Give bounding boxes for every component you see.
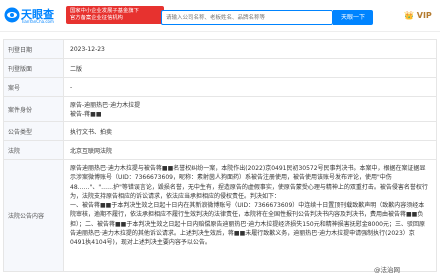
row-label: 刊登版面 [4,59,64,77]
gov-badge-line2: 官方备案企业征信机构 [70,14,123,21]
search-box [161,10,333,25]
notice-paragraph: 一、被告蒋■■于本判决生效之日起十日内在其新浪微博账号（UID：73666736… [70,202,425,247]
table-row: 法院 北京互联网法院 [4,141,437,160]
notice-type-value: 执行文书、拍卖 [64,122,437,140]
table-row: 法院公告内容 原告迪丽热巴·迪力木拉提与被告蒋■■名誉权纠纷一案，本院作出(20… [4,160,437,272]
table-row: 刊登版面 二版 [4,59,437,78]
row-label: 案件身份 [4,97,64,121]
government-fund-badge: 国家中小企业发展子基金旗下 官方备案企业征信机构 [66,6,164,24]
publish-date-value: 2023-12-23 [64,40,437,58]
notice-content-value: 原告迪丽热巴·迪力木拉提与被告蒋■■名誉权纠纷一案，本院作出(2022)京049… [64,160,437,271]
case-number-value: - [64,78,437,96]
eye-logo-icon [4,7,20,23]
search-input[interactable] [166,12,330,23]
plaintiff-line: 原告-迪丽热巴·迪力木拉提 [70,102,141,109]
logo-subtext: TianYanCha.com [21,19,54,24]
row-label: 刊登日期 [4,40,64,58]
court-value: 北京互联网法院 [64,141,437,159]
court-notice-detail-table: 刊登日期 2023-12-23 刊登版面 二版 案号 - 案件身份 原告-迪丽热… [3,39,437,272]
vip-badge[interactable]: 👑 VIP [404,11,432,20]
notice-paragraph: 原告迪丽热巴·迪力木拉提与被告蒋■■名誉权纠纷一案，本院作出(2022)京049… [70,165,428,200]
table-row: 案号 - [4,78,437,97]
row-label: 案号 [4,78,64,96]
defendant-line: 被告-蒋■■ [70,111,102,119]
case-parties-value: 原告-迪丽热巴·迪力木拉提 被告-蒋■■ [64,97,437,121]
row-label: 法院公告内容 [4,160,64,271]
search-button[interactable]: 天眼一下 [333,10,373,25]
top-navigation-bar: 天眼查 TianYanCha.com 国家中小企业发展子基金旗下 官方备案企业征… [0,0,440,32]
row-label: 公告类型 [4,122,64,140]
table-row: 公告类型 执行文书、拍卖 [4,122,437,141]
table-row: 案件身份 原告-迪丽热巴·迪力木拉提 被告-蒋■■ [4,97,437,122]
table-row: 刊登日期 2023-12-23 [4,40,437,59]
tianyancha-logo[interactable]: 天眼查 TianYanCha.com [4,4,60,28]
page-section-value: 二版 [64,59,437,77]
row-label: 法院 [4,141,64,159]
watermark: @法治网 [374,266,400,274]
